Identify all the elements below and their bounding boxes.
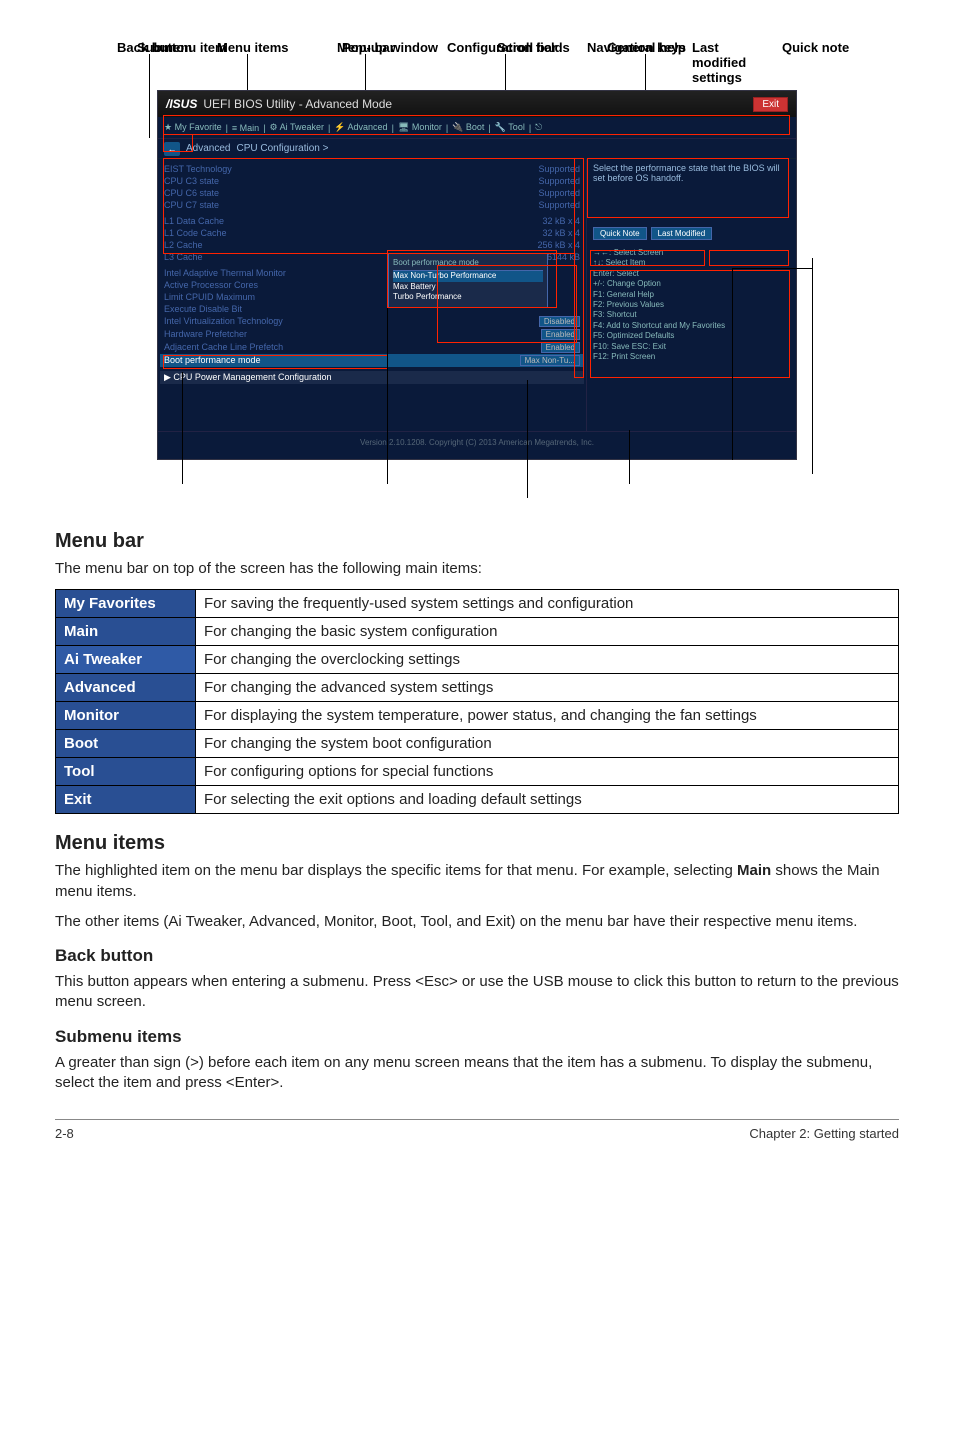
tab-monitor[interactable]: 🖥 Monitor	[398, 122, 442, 133]
breadcrumb: ← Advanced CPU Configuration >	[158, 139, 796, 159]
label-last-modified: Last modified settings	[692, 40, 772, 85]
list-item[interactable]: Intel Adaptive Thermal Monitor	[164, 268, 286, 278]
menu-items-p1: The highlighted item on the menu bar dis…	[55, 861, 899, 902]
heading-menu-items: Menu items	[55, 832, 899, 855]
bios-menu-bar[interactable]: ★ My Favorite| ≡ Main| ⚙ Ai Tweaker| ⚡ A…	[158, 117, 796, 139]
tab-advanced[interactable]: ⚡ Advanced	[334, 122, 387, 133]
back-arrow-icon[interactable]: ←	[164, 142, 180, 156]
label-popup: Pop-up window	[342, 40, 438, 55]
list-item: L3 Cache	[164, 252, 203, 262]
bios-right-panel: Select the performance state that the BI…	[586, 159, 796, 431]
page-footer: 2-8 Chapter 2: Getting started	[55, 1119, 899, 1141]
popup-option[interactable]: Turbo Performance	[393, 292, 543, 302]
list-item[interactable]: Hardware Prefetcher	[164, 329, 247, 340]
popup-option[interactable]: Max Battery	[393, 282, 543, 292]
list-item: L1 Data Cache	[164, 216, 224, 226]
bios-title: UEFI BIOS Utility - Advanced Mode	[203, 97, 392, 111]
menu-bar-table: My FavoritesFor saving the frequently-us…	[55, 589, 899, 814]
list-item[interactable]: CPU C7 state	[164, 200, 219, 210]
exit-button[interactable]: Exit	[753, 97, 788, 112]
tab-favorite[interactable]: ★ My Favorite	[164, 122, 222, 133]
navigation-keys: →←: Select Screen ↑↓: Select Item Enter:…	[593, 248, 790, 362]
submenu-items-p: A greater than sign (>) before each item…	[55, 1053, 899, 1094]
heading-back-button: Back button	[55, 946, 899, 966]
back-button-p: This button appears when entering a subm…	[55, 972, 899, 1013]
label-quick-note: Quick note	[782, 40, 849, 55]
heading-menu-bar: Menu bar	[55, 530, 899, 553]
page-number: 2-8	[55, 1126, 74, 1141]
bios-left-panel[interactable]: EIST TechnologySupported CPU C3 stateSup…	[158, 159, 586, 431]
list-item[interactable]: Execute Disable Bit	[164, 304, 242, 314]
popup-option[interactable]: Max Non-Turbo Performance	[393, 271, 543, 281]
label-nav-keys: Navigation keys	[587, 40, 686, 55]
heading-submenu-items: Submenu items	[55, 1027, 899, 1047]
list-item[interactable]: CPU C6 state	[164, 188, 219, 198]
tab-main[interactable]: ≡ Main	[232, 123, 259, 133]
label-submenu-item: Submenu item	[137, 40, 227, 55]
list-item[interactable]: CPU C3 state	[164, 176, 219, 186]
list-item[interactable]: Limit CPUID Maximum	[164, 292, 255, 302]
annotated-bios-diagram: Back button Menu items Menu bar Configur…	[87, 40, 867, 510]
menu-items-p2: The other items (Ai Tweaker, Advanced, M…	[55, 912, 899, 932]
label-menu-items: Menu items	[217, 40, 289, 55]
label-scrollbar: Scroll bar	[497, 40, 557, 55]
list-item[interactable]: EIST Technology	[164, 164, 232, 174]
tab-exit[interactable]: ⎋	[535, 122, 542, 133]
bios-footer: Version 2.10.1208. Copyright (C) 2013 Am…	[158, 431, 796, 453]
list-item[interactable]: Intel Virtualization Technology	[164, 316, 283, 327]
submenu-item[interactable]: ▶ CPU Power Management Configuration	[164, 372, 332, 383]
quick-note-button[interactable]: Quick Note	[593, 227, 647, 240]
bios-window: /ISUS UEFI BIOS Utility - Advanced Mode …	[157, 90, 797, 460]
bios-titlebar: /ISUS UEFI BIOS Utility - Advanced Mode …	[158, 91, 796, 117]
general-help-text: Select the performance state that the BI…	[593, 163, 790, 223]
selected-item[interactable]: Boot performance mode	[164, 355, 261, 366]
tab-aitweaker[interactable]: ⚙ Ai Tweaker	[270, 122, 324, 133]
crumb-advanced[interactable]: Advanced	[186, 143, 230, 154]
crumb-path: CPU Configuration >	[236, 143, 328, 154]
list-item[interactable]: Active Processor Cores	[164, 280, 258, 290]
table-cell-name: My Favorites	[56, 590, 196, 618]
popup-window[interactable]: Boot performance mode Max Non-Turbo Perf…	[388, 253, 548, 308]
list-item: L2 Cache	[164, 240, 203, 250]
chapter-title: Chapter 2: Getting started	[749, 1126, 899, 1141]
list-item: L1 Code Cache	[164, 228, 227, 238]
last-modified-button[interactable]: Last Modified	[651, 227, 713, 240]
bios-body: EIST TechnologySupported CPU C3 stateSup…	[158, 159, 796, 431]
table-cell-desc: For saving the frequently-used system se…	[196, 590, 899, 618]
tab-tool[interactable]: 🔧 Tool	[495, 122, 525, 133]
popup-title: Boot performance mode	[393, 258, 543, 271]
menu-bar-intro: The menu bar on top of the screen has th…	[55, 559, 899, 579]
asus-logo: /ISUS	[166, 97, 197, 111]
list-item[interactable]: Adjacent Cache Line Prefetch	[164, 342, 283, 353]
tab-boot[interactable]: 🔌 Boot	[452, 122, 484, 133]
